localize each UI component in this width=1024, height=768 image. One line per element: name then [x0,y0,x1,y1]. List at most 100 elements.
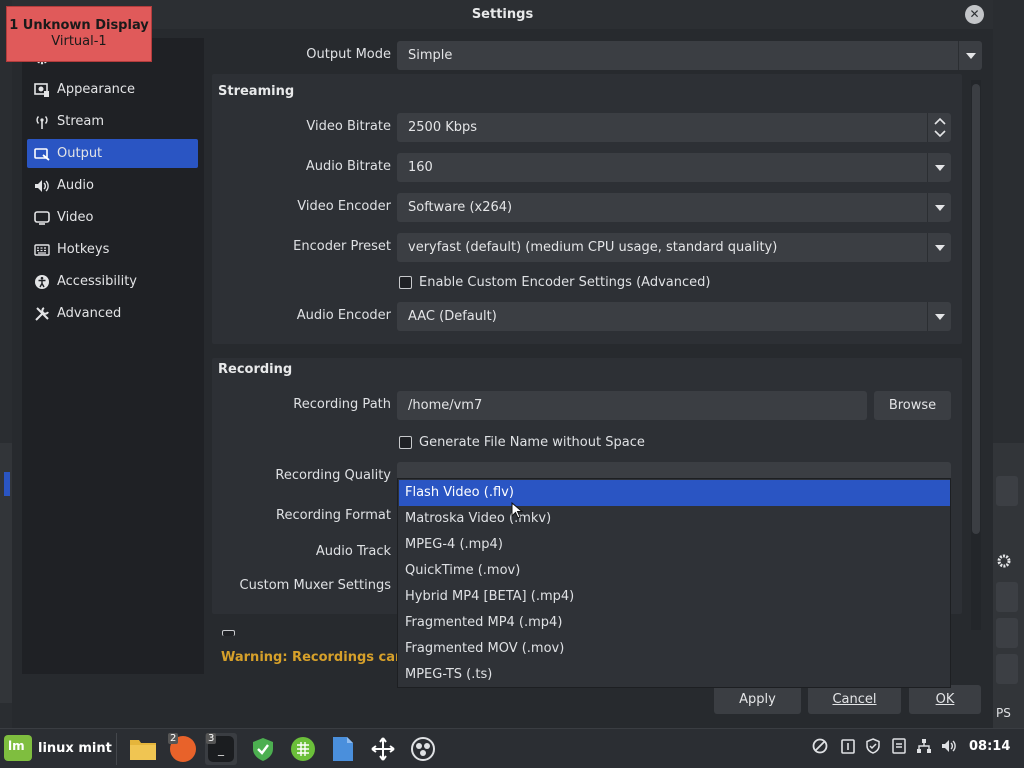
audio-encoder-value: AAC (Default) [408,309,497,324]
output-mode-label: Output Mode [306,47,391,62]
display-badge-title: 1 Unknown Display [9,18,149,33]
sidebar-item-advanced[interactable]: Advanced [27,299,198,328]
format-option[interactable]: Fragmented MP4 (.mp4) [399,610,950,636]
monitor-icon [33,209,51,227]
spreadsheet-icon[interactable] [287,733,319,765]
window-count-badge: 3 [206,733,217,744]
format-option[interactable]: Fragmented MOV (.mov) [399,636,950,662]
browse-button[interactable]: Browse [874,391,951,420]
format-option[interactable]: MPEG-TS (.ts) [399,662,950,688]
video-encoder-value: Software (x264) [408,200,513,215]
audio-bitrate-select[interactable]: 160 [397,153,951,182]
speaker-icon [33,177,51,195]
custom-encoder-checkbox[interactable] [399,276,412,289]
cancel-button[interactable]: Cancel [808,685,901,714]
content-scrollbar[interactable] [971,80,981,630]
background-button [996,618,1018,648]
format-option[interactable]: Flash Video (.flv) [399,480,950,506]
window-count-badge: 2 [168,733,179,744]
sidebar-item-label: Output [57,146,103,161]
sidebar-item-label: Audio [57,178,94,193]
encoder-preset-label: Encoder Preset [293,239,391,254]
chevron-down-icon [927,233,951,262]
recording-format-dropdown[interactable]: Flash Video (.flv) Matroska Video (.mkv)… [397,478,951,688]
sidebar-item-audio[interactable]: Audio [27,171,198,200]
background-button [996,654,1018,684]
video-bitrate-label: Video Bitrate [306,119,391,134]
move-icon[interactable] [367,733,399,765]
spin-buttons[interactable] [927,113,951,142]
start-menu-button[interactable]: linux mint [4,735,112,761]
recording-path-value: /home/vm7 [408,398,483,413]
shield-icon[interactable] [247,733,279,765]
audio-bitrate-label: Audio Bitrate [305,159,391,174]
format-option[interactable]: QuickTime (.mov) [399,558,950,584]
apply-button[interactable]: Apply [714,685,801,714]
recording-quality-label: Recording Quality [275,468,391,483]
output-mode-select[interactable]: Simple [397,41,982,70]
background-button [996,582,1018,612]
sidebar-item-label: Accessibility [57,274,137,289]
linux-mint-logo-icon [4,735,32,761]
sidebar-item-appearance[interactable]: Appearance [27,75,198,104]
appearance-icon [33,81,51,99]
sidebar-item-video[interactable]: Video [27,203,198,232]
format-option[interactable]: Hybrid MP4 [BETA] (.mp4) [399,584,950,610]
accessibility-icon [33,273,51,291]
security-shield-icon[interactable] [864,737,882,755]
network-icon[interactable] [915,737,933,755]
ok-button[interactable]: OK [909,685,981,714]
audio-bitrate-value: 160 [408,160,433,175]
volume-icon[interactable] [940,737,958,755]
video-bitrate-stepper[interactable]: 2500 Kbps [397,113,951,142]
mouse-cursor-icon [511,502,524,519]
background-button [996,476,1018,506]
recording-path-input[interactable]: /home/vm7 [397,391,867,420]
output-icon [33,145,51,163]
hidden-checkbox[interactable] [222,630,235,636]
audio-encoder-label: Audio Encoder [296,308,391,323]
files-icon[interactable] [127,733,159,765]
streaming-group-title: Streaming [218,84,295,99]
encoder-preset-select[interactable]: veryfast (default) (medium CPU usage, st… [397,233,951,262]
format-option[interactable]: MPEG-4 (.mp4) [399,532,950,558]
tools-icon [33,305,51,323]
scrollbar-thumb[interactable] [972,84,980,534]
output-mode-value: Simple [408,48,453,63]
antenna-icon [33,113,51,131]
sidebar-item-label: Advanced [57,306,122,321]
chevron-down-icon [927,302,951,331]
clipboard-icon[interactable] [839,737,857,755]
format-option[interactable]: Matroska Video (.mkv) [399,506,950,532]
video-encoder-label: Video Encoder [297,199,391,214]
notes-icon[interactable] [890,737,908,755]
sidebar-item-stream[interactable]: Stream [27,107,198,136]
display-badge-subtitle: Virtual-1 [51,34,107,49]
terminal-icon[interactable]: _ 3 [205,733,237,765]
close-icon[interactable]: ✕ [965,5,984,24]
keyboard-icon [33,241,51,259]
document-icon[interactable] [327,733,359,765]
audio-encoder-select[interactable]: AAC (Default) [397,302,951,331]
sidebar-item-label: Video [57,210,94,225]
custom-encoder-label: Enable Custom Encoder Settings (Advanced… [419,275,711,290]
blocked-icon[interactable] [811,737,829,755]
recording-path-label: Recording Path [293,397,391,412]
settings-sidebar: General Appearance Stream Output Audio V… [22,38,204,674]
obs-icon[interactable] [407,733,439,765]
sidebar-item-output[interactable]: Output [27,139,198,168]
sidebar-item-accessibility[interactable]: Accessibility [27,267,198,296]
sidebar-item-hotkeys[interactable]: Hotkeys [27,235,198,264]
video-encoder-select[interactable]: Software (x264) [397,193,951,222]
no-space-label: Generate File Name without Space [419,435,645,450]
recording-warning: Warning: Recordings canno [221,650,423,665]
no-space-checkbox[interactable] [399,436,412,449]
chevron-down-icon [958,41,982,70]
chevron-down-icon [927,193,951,222]
video-bitrate-value: 2500 Kbps [408,120,478,135]
sidebar-item-label: Stream [57,114,105,129]
taskbar-clock[interactable]: 08:14 [969,739,1010,754]
display-identifier-badge: 1 Unknown Display Virtual-1 [6,6,152,62]
taskbar: linux mint 2 _ 3 08:14 [0,728,1024,768]
firefox-icon[interactable]: 2 [167,733,199,765]
